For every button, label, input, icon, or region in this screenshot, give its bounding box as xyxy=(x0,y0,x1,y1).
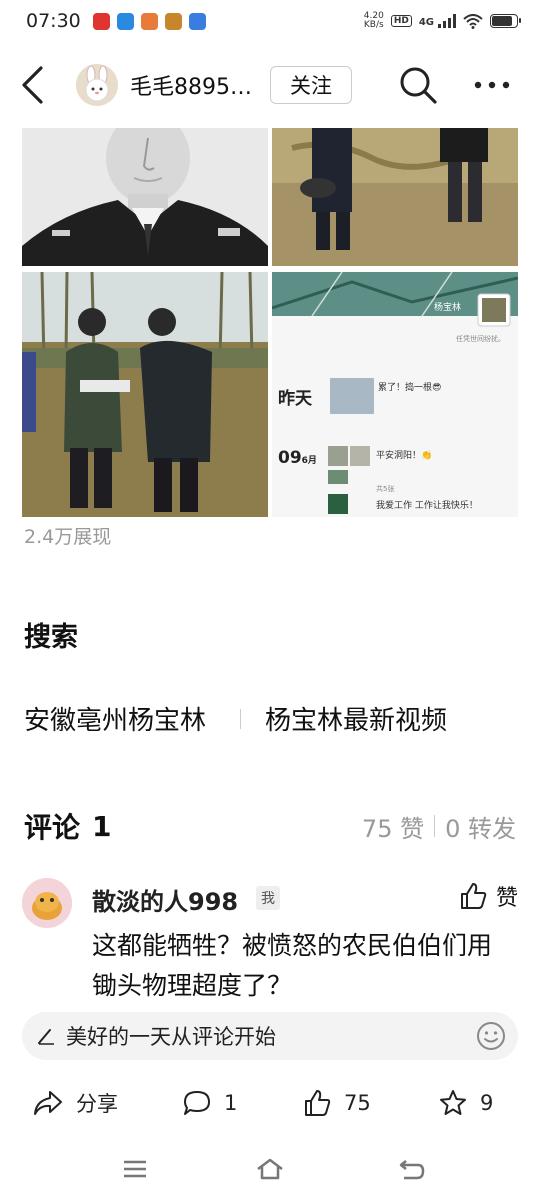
search-links: 安徽亳州杨宝林 杨宝林最新视频 xyxy=(24,700,447,737)
comment-like-button[interactable]: 赞 xyxy=(458,880,518,912)
wifi-icon xyxy=(463,13,483,29)
share-button[interactable]: 分享 xyxy=(32,1088,118,1118)
screenshot-post2-text: 平安洞阳！👏 xyxy=(376,451,433,461)
favorite-count: 9 xyxy=(480,1091,494,1115)
search-divider xyxy=(240,708,242,729)
comment-input-placeholder: 美好的一天从评论开始 xyxy=(66,1025,276,1049)
share-icon xyxy=(34,1091,62,1115)
battery-icon xyxy=(490,14,521,28)
reposts-stat[interactable]: 0 转发 xyxy=(445,809,516,844)
status-indicators: 4.20 KB/s HD 4G xyxy=(364,12,521,30)
home-icon xyxy=(257,1158,283,1180)
comment-input[interactable]: 美好的一天从评论开始 xyxy=(22,1012,518,1060)
search-icon xyxy=(400,67,437,104)
comments-title: 评论 xyxy=(24,811,81,844)
post-image-field-scene[interactable] xyxy=(272,128,518,266)
more-dots-icon xyxy=(474,81,510,89)
screenshot-date-label: 096月 xyxy=(278,448,317,468)
return-icon xyxy=(399,1160,425,1180)
favorite-button[interactable]: 9 xyxy=(438,1088,493,1118)
signal-label: 4G xyxy=(418,17,434,28)
comment-bubble-icon xyxy=(184,1091,210,1115)
post-image-officers[interactable] xyxy=(22,272,268,517)
like-button[interactable]: 75 xyxy=(302,1088,371,1118)
telegram-app-icon xyxy=(116,12,134,30)
battery-level xyxy=(492,16,512,26)
search-link-1[interactable]: 安徽亳州杨宝林 xyxy=(24,700,206,737)
shopping-app-icon xyxy=(140,12,158,30)
more-button[interactable] xyxy=(470,63,514,107)
officer-portrait-graphic xyxy=(22,128,268,266)
author-name[interactable]: 毛毛8895… xyxy=(130,69,262,101)
screenshot-profile-sub: 任凭世间纷扰。 xyxy=(456,335,505,343)
screenshot-yesterday-label: 昨天 xyxy=(278,389,312,409)
star-icon xyxy=(440,1090,466,1115)
thumbs-up-icon xyxy=(305,1090,331,1116)
follow-button[interactable]: 关注 xyxy=(270,66,352,104)
signal-bars-icon xyxy=(438,14,456,28)
me-badge: 我 xyxy=(256,886,280,910)
pen-icon xyxy=(38,1029,54,1045)
translate-app-icon xyxy=(188,12,206,30)
post-image-portrait[interactable] xyxy=(22,128,268,266)
comments-header: 评论 1 75 赞 0 转发 xyxy=(24,806,516,846)
chevron-left-icon xyxy=(22,66,43,104)
back-button[interactable] xyxy=(20,63,58,107)
screenshot-post3-text: 我爱工作 工作让我快乐！ xyxy=(376,501,478,511)
search-button[interactable] xyxy=(396,63,440,107)
notification-icons xyxy=(92,12,206,30)
comment-button[interactable]: 1 xyxy=(182,1089,237,1117)
stats-divider xyxy=(434,815,436,837)
comments-stats: 75 赞 0 转发 xyxy=(362,809,516,844)
likes-stat[interactable]: 75 赞 xyxy=(362,809,424,844)
post-image-profile-screenshot[interactable]: 杨宝林 任凭世间纷扰。 昨天 累了！捣一根😎 096月 平安洞阳！👏 共5张 我… xyxy=(272,272,518,517)
screenshot-date-day: 09 xyxy=(278,448,302,468)
menu-icon xyxy=(124,1160,146,1178)
home-nav-button[interactable] xyxy=(250,1154,290,1184)
status-bar: 07:30 4.20 KB/s HD 4G xyxy=(0,0,540,42)
comment-count: 1 xyxy=(224,1091,238,1115)
like-count: 75 xyxy=(344,1091,371,1115)
screenshot-date-month: 6月 xyxy=(301,456,317,466)
commenter-avatar[interactable] xyxy=(22,878,72,928)
action-bar: 分享 1 75 9 xyxy=(0,1080,540,1126)
rabbit-avatar-icon xyxy=(76,64,118,106)
post-image-grid: 杨宝林 任凭世间纷扰。 昨天 累了！捣一根😎 096月 平安洞阳！👏 共5张 我… xyxy=(22,128,518,518)
search-link-2[interactable]: 杨宝林最新视频 xyxy=(265,700,447,737)
net-speed-unit: KB/s xyxy=(363,20,384,30)
status-time: 07:30 xyxy=(26,10,81,32)
share-label: 分享 xyxy=(76,1092,118,1116)
screenshot-post2-sub: 共5张 xyxy=(376,485,395,493)
view-count: 2.4万展现 xyxy=(24,526,112,548)
net-speed: 4.20 KB/s xyxy=(364,12,384,30)
officers-field-graphic xyxy=(22,272,268,517)
screenshot-post1-text: 累了！捣一根😎 xyxy=(378,383,442,393)
screenshot-profile-name: 杨宝林 xyxy=(434,303,462,313)
commenter-name[interactable]: 散淡的人998 xyxy=(92,882,238,917)
signal-icon: 4G xyxy=(419,14,456,28)
system-nav-bar xyxy=(0,1150,540,1188)
news-app-icon xyxy=(92,12,110,30)
field-scene-graphic xyxy=(272,128,518,266)
commenter-avatar-icon xyxy=(22,878,72,928)
comment-like-label: 赞 xyxy=(495,886,518,911)
thumbs-up-icon xyxy=(460,883,487,909)
comment-text: 这都能牺牲？被愤怒的农民伯伯们用锄头物理超度了？ xyxy=(92,931,493,1000)
top-bar: 毛毛8895… 关注 xyxy=(0,52,540,118)
author-avatar[interactable] xyxy=(76,64,118,106)
search-section-title: 搜索 xyxy=(24,622,78,653)
back-nav-button[interactable] xyxy=(392,1154,432,1184)
hd-badge: HD xyxy=(390,15,412,27)
menu-nav-button[interactable] xyxy=(115,1154,155,1184)
game-app-icon xyxy=(164,12,182,30)
emoji-icon[interactable] xyxy=(476,1021,506,1051)
comments-count: 1 xyxy=(92,809,112,843)
